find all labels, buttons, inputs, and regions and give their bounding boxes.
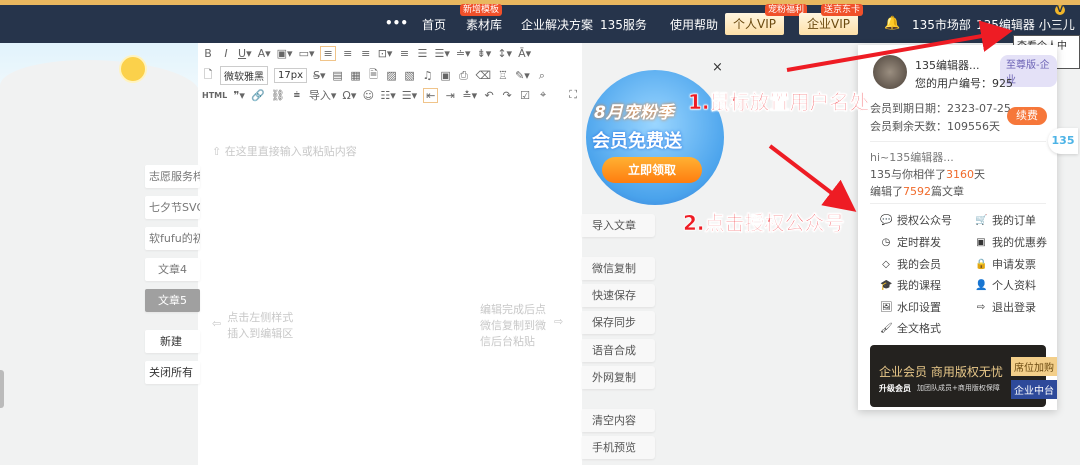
arrow-to-authorize: [768, 144, 857, 212]
annotation-arrows: [768, 20, 1013, 212]
arrow-to-username: [786, 20, 1013, 72]
annotation-step-2: 2.点击授权公众号: [683, 211, 845, 236]
annotation-step-1: 1.鼠标放置用户名处: [688, 90, 870, 115]
